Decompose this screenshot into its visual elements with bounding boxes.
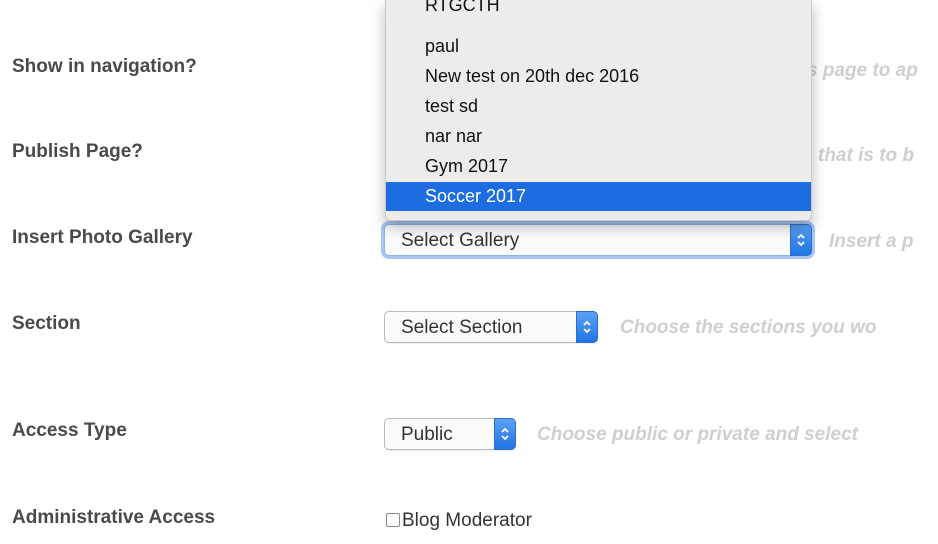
dropdown-option[interactable]: paul: [386, 32, 811, 61]
dropdown-option[interactable]: RTGCTH: [386, 0, 811, 20]
help-section: Choose the sections you wo: [620, 317, 877, 338]
section-select[interactable]: Select Section: [384, 311, 598, 343]
access-type-select[interactable]: Public: [384, 418, 516, 450]
section-select-stepper[interactable]: [576, 311, 598, 343]
dropdown-option-highlighted[interactable]: Soccer 2017: [386, 182, 811, 211]
gallery-dropdown-menu: RTGCTH paul New test on 20th dec 2016 te…: [385, 0, 812, 221]
dropdown-option[interactable]: test sd: [386, 92, 811, 121]
help-publish-page: that is to b: [818, 145, 915, 166]
label-section: Section: [12, 313, 81, 334]
blog-moderator-label[interactable]: Blog Moderator: [402, 510, 532, 532]
chevron-updown-icon: [501, 427, 509, 441]
label-publish-page: Publish Page?: [12, 141, 143, 162]
label-access-type: Access Type: [12, 420, 127, 441]
help-show-in-navigation: s page to ap: [807, 60, 918, 81]
help-access-type: Choose public or private and select: [537, 424, 858, 445]
dropdown-option[interactable]: nar nar: [386, 122, 811, 151]
gallery-select[interactable]: Select Gallery: [384, 224, 812, 256]
blog-moderator-checkbox[interactable]: [386, 513, 400, 527]
chevron-updown-icon: [797, 233, 805, 247]
dropdown-option[interactable]: Gym 2017: [386, 152, 811, 181]
help-insert-photo-gallery: Insert a p: [829, 231, 914, 252]
gallery-select-stepper[interactable]: [790, 224, 812, 256]
gallery-select-value: Select Gallery: [401, 230, 520, 251]
chevron-updown-icon: [583, 320, 591, 334]
access-type-select-value: Public: [401, 424, 453, 445]
section-select-value: Select Section: [401, 317, 523, 338]
label-show-in-navigation: Show in navigation?: [12, 56, 197, 77]
label-administrative-access: Administrative Access: [12, 507, 216, 528]
label-insert-photo-gallery: Insert Photo Gallery: [12, 227, 193, 248]
access-type-select-stepper[interactable]: [494, 418, 516, 450]
dropdown-option[interactable]: New test on 20th dec 2016: [386, 62, 811, 91]
